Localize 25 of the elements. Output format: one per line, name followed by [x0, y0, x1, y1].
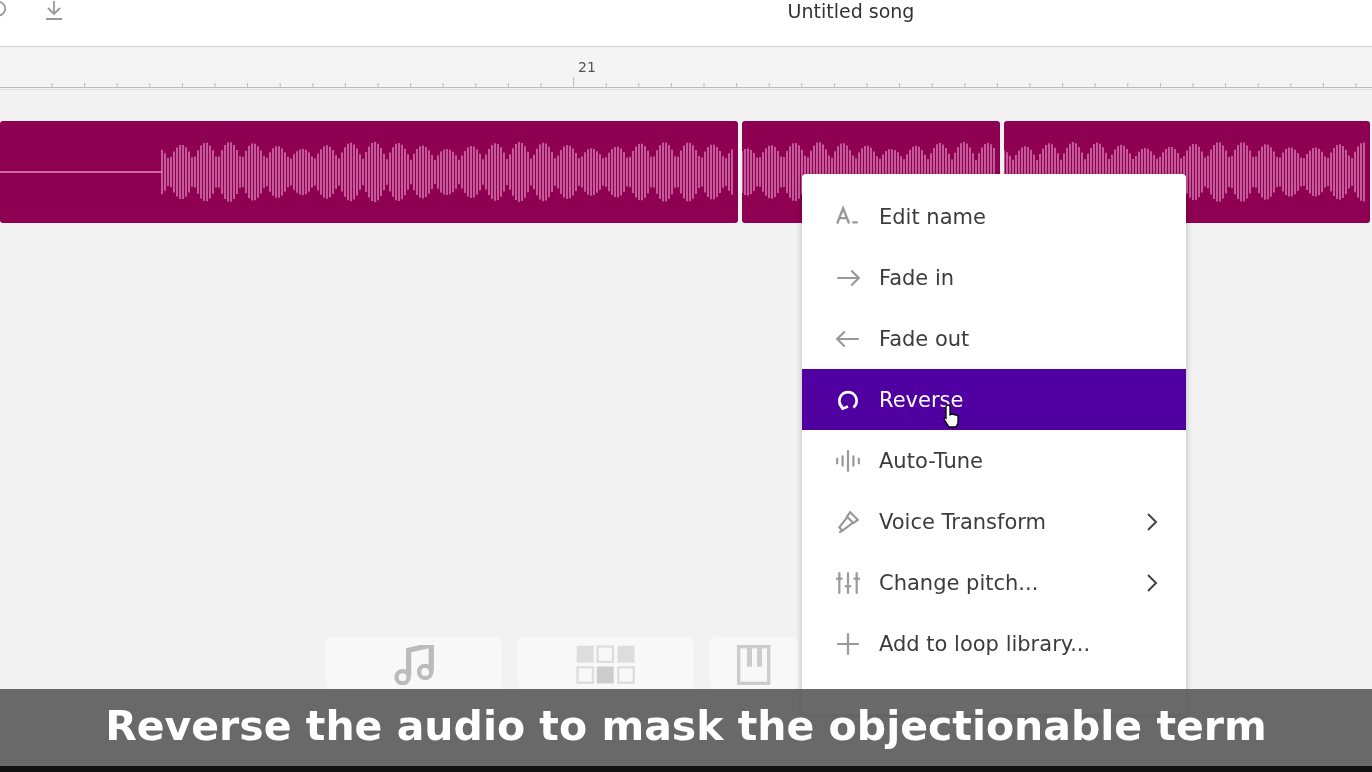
- music-note-icon: [393, 645, 435, 685]
- ruler-label: 21: [578, 59, 596, 75]
- audio-clip[interactable]: [0, 121, 738, 223]
- chevron-right-icon: [1146, 572, 1158, 593]
- keyboard-icon: [737, 645, 771, 685]
- menu-item[interactable]: Add to loop library...: [802, 613, 1186, 674]
- menu-item[interactable]: Reverse: [802, 369, 1186, 430]
- menu-item[interactable]: Change pitch...: [802, 552, 1186, 613]
- menu-item[interactable]: Edit name: [802, 186, 1186, 247]
- card-background[interactable]: [326, 637, 502, 689]
- caption-text: Reverse the audio to mask the objectionable term: [0, 689, 1372, 766]
- waveform-icon: [835, 447, 861, 474]
- card-background[interactable]: [518, 637, 694, 689]
- download-icon[interactable]: [44, 0, 64, 20]
- menu-item[interactable]: Fade in: [802, 247, 1186, 308]
- card-background[interactable]: [710, 637, 798, 689]
- timeline-ruler[interactable]: [0, 77, 1372, 89]
- grid-icon: [576, 645, 636, 685]
- song-title: Untitled song: [786, 0, 916, 22]
- menu-item[interactable]: Voice Transform: [802, 491, 1186, 552]
- chevron-right-icon: [1146, 511, 1158, 532]
- plus-icon: [835, 630, 861, 657]
- sliders-icon: [835, 569, 861, 596]
- menu-item[interactable]: Auto-Tune: [802, 430, 1186, 491]
- menu-item[interactable]: Fade out: [802, 308, 1186, 369]
